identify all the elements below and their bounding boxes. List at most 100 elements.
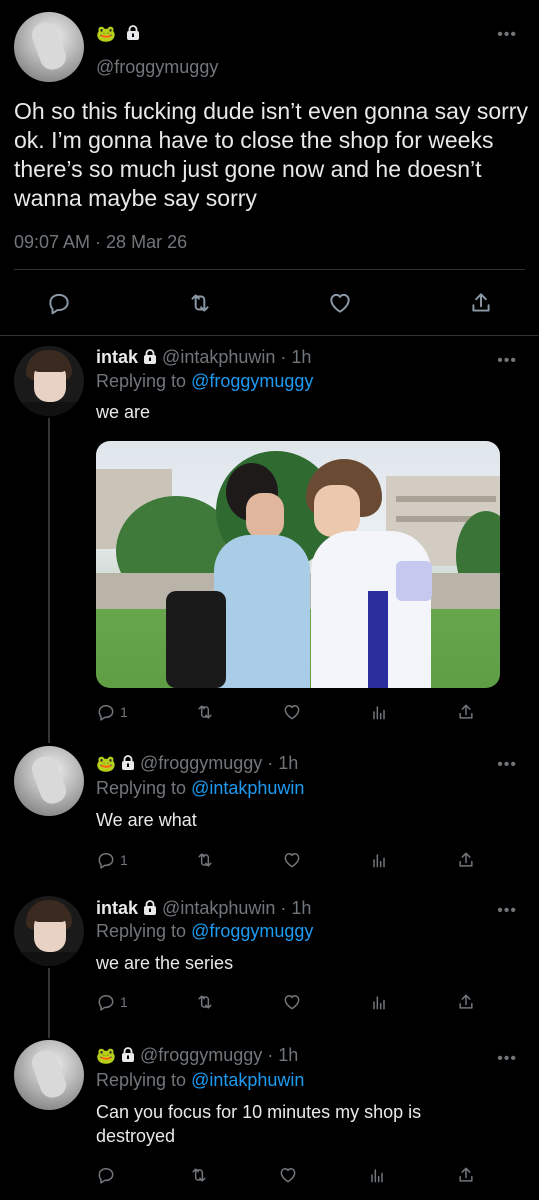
more-icon[interactable]: ••• [497, 27, 517, 43]
retweet-icon[interactable] [195, 702, 215, 722]
lock-icon [121, 1047, 134, 1062]
reply-icon[interactable] [96, 992, 116, 1012]
reply-text: Can you focus for 10 minutes my shop is … [96, 1102, 422, 1146]
frog-emoji: 🐸 [96, 756, 116, 773]
frog-emoji: 🐸 [96, 26, 116, 43]
reply-button[interactable]: 1 [96, 702, 128, 722]
replying-prefix: Replying to [96, 371, 187, 391]
retweet-button[interactable] [195, 850, 215, 870]
replying-to: Replying to @intakphuwin [96, 778, 304, 799]
lock-icon [127, 25, 139, 40]
reply-count: 1 [120, 852, 128, 868]
reply-icon[interactable] [96, 1165, 116, 1185]
handle[interactable]: @froggymuggy [140, 1045, 262, 1065]
like-icon[interactable] [282, 850, 302, 870]
analytics-button[interactable] [369, 992, 389, 1012]
share-button[interactable] [456, 992, 476, 1012]
mention-link[interactable]: @froggymuggy [191, 371, 313, 391]
analytics-icon[interactable] [369, 850, 389, 870]
mention-link[interactable]: @froggymuggy [191, 921, 313, 941]
timestamp[interactable]: 09:07 AM · 28 Mar 26 [14, 232, 187, 253]
more-icon[interactable]: ••• [497, 1051, 517, 1067]
analytics-button[interactable] [369, 702, 389, 722]
frog-emoji: 🐸 [96, 1048, 116, 1065]
media-image[interactable] [96, 441, 500, 688]
reply-actions: 1 [96, 847, 476, 873]
handle[interactable]: @intakphuwin [162, 347, 275, 367]
avatar[interactable] [14, 746, 84, 816]
reply-button[interactable] [96, 1165, 120, 1185]
more-icon[interactable]: ••• [497, 903, 517, 919]
share-button[interactable] [456, 1165, 476, 1185]
retweet-icon[interactable] [189, 1165, 209, 1185]
like-icon[interactable] [282, 992, 302, 1012]
reply-header: intak @intakphuwin · 1h [96, 898, 311, 919]
retweet-button[interactable] [195, 992, 215, 1012]
share-icon[interactable] [468, 290, 494, 316]
mention-link[interactable]: @intakphuwin [191, 1070, 304, 1090]
handle[interactable]: @froggymuggy [140, 753, 262, 773]
share-icon[interactable] [456, 850, 476, 870]
time: · 1h [267, 1045, 299, 1065]
replying-to: Replying to @froggymuggy [96, 371, 313, 392]
lock-icon [144, 349, 157, 364]
like-button[interactable] [278, 1165, 298, 1185]
reply-icon[interactable] [96, 850, 116, 870]
time: · 1h [280, 347, 312, 367]
more-icon[interactable]: ••• [497, 353, 517, 369]
avatar[interactable] [14, 896, 84, 966]
like-button[interactable] [282, 850, 302, 870]
share-icon[interactable] [456, 702, 476, 722]
display-name[interactable]: intak [96, 347, 138, 367]
reply-count: 1 [120, 994, 128, 1010]
more-icon[interactable]: ••• [497, 757, 517, 773]
avatar[interactable] [14, 346, 84, 416]
like-button[interactable] [282, 702, 302, 722]
reply-text: we are [96, 402, 151, 422]
reply-button[interactable]: 1 [96, 850, 128, 870]
share-button[interactable] [456, 850, 476, 870]
retweet-button[interactable] [189, 1165, 209, 1185]
reply-icon[interactable] [46, 290, 72, 316]
handle[interactable]: @intakphuwin [162, 898, 275, 918]
reply-actions: 1 [96, 699, 476, 725]
avatar[interactable] [14, 12, 84, 82]
reply-icon[interactable] [96, 702, 116, 722]
like-icon[interactable] [278, 1165, 298, 1185]
avatar[interactable] [14, 1040, 84, 1110]
mention-link[interactable]: @intakphuwin [191, 778, 304, 798]
divider [0, 335, 539, 336]
lock-icon [121, 755, 134, 770]
handle[interactable]: @froggymuggy [96, 57, 218, 78]
analytics-icon[interactable] [369, 702, 389, 722]
share-button[interactable] [456, 702, 476, 722]
time: · 1h [267, 753, 299, 773]
replying-to: Replying to @froggymuggy [96, 921, 313, 942]
share-icon[interactable] [456, 1165, 476, 1185]
like-icon[interactable] [327, 290, 353, 316]
time: · 1h [280, 898, 312, 918]
retweet-icon[interactable] [195, 992, 215, 1012]
reply-text: we are the series [96, 953, 234, 973]
retweet-icon[interactable] [187, 290, 213, 316]
tweet-text: Oh so this fucking dude isn’t even gonna… [14, 98, 528, 211]
retweet-icon[interactable] [195, 850, 215, 870]
replying-to: Replying to @intakphuwin [96, 1070, 304, 1091]
reply-header: 🐸 @froggymuggy · 1h [96, 753, 298, 774]
analytics-icon[interactable] [367, 1165, 387, 1185]
analytics-button[interactable] [369, 850, 389, 870]
analytics-icon[interactable] [369, 992, 389, 1012]
analytics-button[interactable] [367, 1165, 387, 1185]
like-icon[interactable] [282, 702, 302, 722]
display-name[interactable]: intak [96, 898, 138, 918]
reply-text: We are what [96, 810, 197, 830]
reply-count: 1 [120, 704, 128, 720]
replying-prefix: Replying to [96, 921, 187, 941]
reply-button[interactable]: 1 [96, 992, 128, 1012]
like-button[interactable] [282, 992, 302, 1012]
reply-header: intak @intakphuwin · 1h [96, 347, 311, 368]
retweet-button[interactable] [195, 702, 215, 722]
share-icon[interactable] [456, 992, 476, 1012]
thread-line [48, 968, 50, 1038]
replying-prefix: Replying to [96, 778, 187, 798]
